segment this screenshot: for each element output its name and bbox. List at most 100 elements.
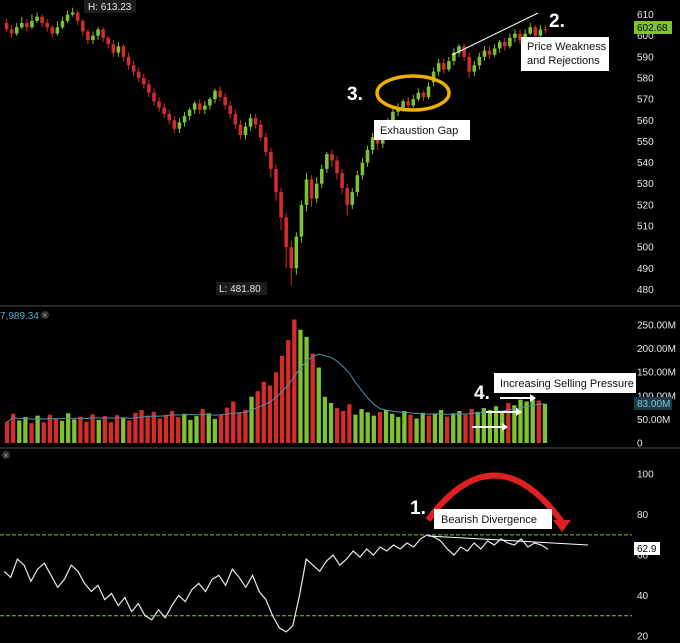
svg-text:2.: 2. [549,11,565,32]
svg-text:and Rejections: and Rejections [527,55,600,67]
candle [248,113,253,131]
volume-bar [426,415,431,443]
volume-bar [35,415,40,443]
volume-bar [506,402,511,443]
candle [25,18,29,32]
candle [35,12,39,24]
volume-bar [365,412,370,443]
volume-bar [408,414,413,443]
volume-bar [41,422,46,443]
candle [55,20,60,36]
volume-bar [347,404,352,443]
candle [65,10,70,24]
candle [96,27,100,40]
candle [20,16,24,30]
volume-bar [29,423,34,443]
volume-tick-label: 50.00M [637,415,670,426]
volume-bar [383,409,389,443]
candle [4,18,9,32]
candle [182,111,187,127]
volume-bar [114,415,120,443]
low-label: L: 481.80 [216,282,267,295]
volume-bar [224,407,230,443]
volume-bar [17,420,22,443]
volume-bar [463,414,468,443]
rsi-axis: 10080604020 [637,470,654,643]
candle [172,116,177,133]
volume-bar [261,381,266,443]
price-tick-label: 520 [637,200,654,211]
candle [111,39,116,57]
candle [243,122,248,140]
candle [197,99,202,114]
volume-bar [231,401,236,443]
candle [40,14,44,28]
price-tick-label: 500 [637,243,654,254]
volume-bar [292,319,297,443]
volume-panel [4,319,548,443]
volume-bar [102,416,107,443]
candle [91,31,95,45]
volume-bar [279,355,285,443]
volume-bar [188,419,193,443]
volume-bar [432,413,438,443]
candle [355,171,360,197]
volume-bar [59,420,65,443]
candle [106,35,111,49]
price-tick-label: 480 [637,285,654,296]
candle [81,18,85,36]
candle [223,92,227,110]
candle [264,132,268,157]
volume-bar [53,418,59,443]
candle [218,86,222,102]
candle [472,61,477,76]
candle [228,101,233,119]
candle [360,158,365,180]
price-tick-label: 580 [637,74,654,85]
volume-bar [237,412,242,443]
candle [304,173,309,212]
candle [152,88,156,106]
volume-bar [420,412,425,443]
volume-bar [72,419,77,443]
svg-text:Exhaustion Gap: Exhaustion Gap [380,125,458,137]
candle [330,149,334,167]
volume-tick-label: 0 [637,439,643,450]
svg-text:4.: 4. [474,383,490,404]
candle [538,25,543,38]
candle [482,46,487,62]
price-axis: 6106005905805705605505405305205105004904… [637,10,654,296]
volume-bar [377,411,383,443]
candle [370,132,375,155]
high-label: H: 613.23 [84,0,136,13]
volume-bar [310,353,315,443]
rsi-last-tag: 62.9 [634,542,660,555]
rsi-tick-label: 20 [637,631,649,642]
annotation-price-weakness: 2. Price Weakness and Rejections [451,11,609,71]
svg-text:L: 481.80: L: 481.80 [219,284,261,295]
candle [208,97,212,110]
volume-bar [451,413,456,443]
svg-text:×: × [4,451,9,460]
candle [294,232,299,275]
candle [45,18,49,32]
volume-bar [396,417,401,443]
candle [213,88,217,104]
price-tick-label: 610 [637,10,654,21]
candle [269,147,273,178]
volume-bar [200,409,205,443]
volume-bar [249,396,254,443]
volume-bar [96,419,101,443]
candle [421,90,426,102]
volume-bar [4,421,10,443]
candle [86,29,90,45]
candle [436,58,441,76]
candle [416,88,421,102]
volume-bar [206,413,211,443]
rsi-line [3,534,549,633]
price-tick-label: 550 [637,137,654,148]
svg-text:1.: 1. [410,498,426,519]
volume-bar [512,405,517,443]
candle [258,120,263,142]
svg-text:7,989.34: 7,989.34 [0,311,39,322]
